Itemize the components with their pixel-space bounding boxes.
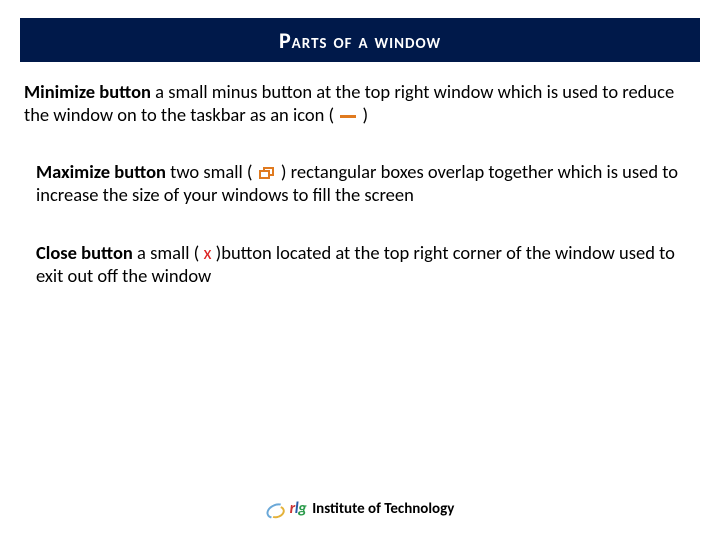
title-bar: Parts of a window	[20, 18, 700, 62]
close-term: Close button	[36, 241, 133, 264]
footer: rlg Institute of Technology	[0, 499, 720, 518]
minimize-text-post: )	[358, 103, 368, 126]
maximize-description: Maximize button two small ( ) rectangula…	[24, 160, 696, 206]
logo-text: rlg	[290, 499, 307, 518]
close-text-pre: a small (	[133, 241, 204, 264]
minimize-icon	[340, 114, 356, 118]
minimize-description: Minimize button a small minus button at …	[24, 80, 696, 126]
minimize-term: Minimize button	[24, 80, 151, 103]
logo-g: g	[298, 499, 306, 518]
footer-label: Institute of Technology	[312, 500, 454, 518]
maximize-term: Maximize button	[36, 160, 166, 183]
logo-swirl-icon	[266, 502, 284, 516]
slide-content: Minimize button a small minus button at …	[0, 80, 720, 321]
maximize-text-pre: two small (	[166, 160, 257, 183]
maximize-icon	[259, 167, 275, 181]
close-description: Close button a small ( x )button located…	[24, 241, 696, 287]
slide-title: Parts of a window	[279, 27, 441, 54]
